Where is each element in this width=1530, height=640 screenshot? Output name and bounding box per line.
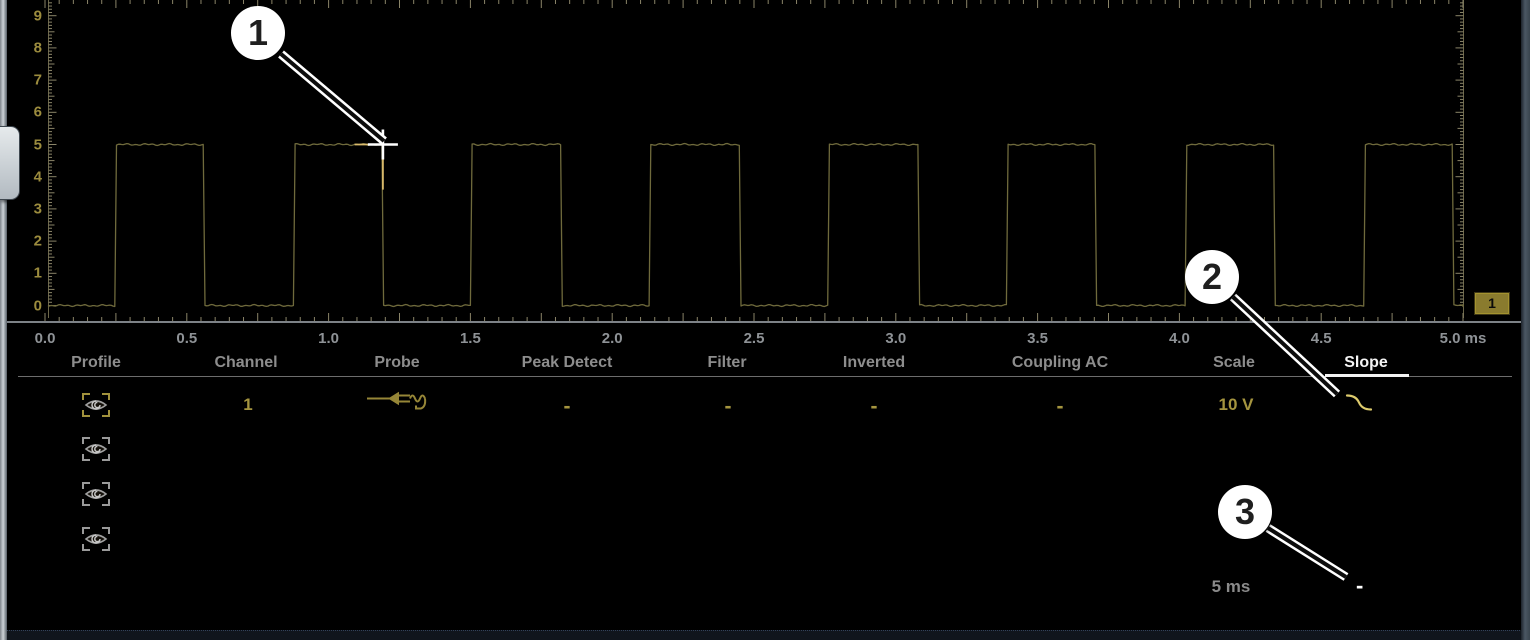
- x-tick-label: 0.0: [35, 330, 56, 347]
- y-tick-label: 8: [14, 39, 42, 56]
- eye-icon: [81, 436, 111, 462]
- x-tick-label: 0.5: [176, 330, 197, 347]
- profile-visibility-toggle[interactable]: [81, 481, 111, 507]
- y-tick-label: 9: [14, 7, 42, 24]
- eye-icon: [81, 526, 111, 552]
- left-window-edge: [0, 0, 7, 640]
- bottom-window-edge: [0, 630, 1530, 640]
- scale-value[interactable]: 10 V: [1219, 395, 1254, 415]
- eye-icon: [81, 481, 111, 507]
- side-panel-grip[interactable]: [0, 126, 20, 200]
- column-header-coupling-ac: Coupling AC: [1012, 354, 1108, 372]
- profile-visibility-toggle[interactable]: [81, 526, 111, 552]
- table-header-rule: [18, 376, 1512, 377]
- coupling-ac-value[interactable]: -: [1057, 395, 1064, 419]
- probe-attenuation-icon[interactable]: [366, 387, 430, 422]
- column-header-inverted: Inverted: [843, 354, 905, 372]
- profile-visibility-toggle-active[interactable]: [81, 392, 111, 418]
- callout-3-badge: 3: [1218, 485, 1272, 539]
- waveform-plot[interactable]: [0, 0, 1530, 640]
- column-header-profile: Profile: [71, 354, 121, 372]
- x-tick-label: 3.0: [885, 330, 906, 347]
- inverted-value[interactable]: -: [871, 395, 878, 419]
- eye-icon: [81, 392, 111, 418]
- y-tick-label: 1: [14, 265, 42, 282]
- x-tick-label: 5.0 ms: [1440, 330, 1487, 347]
- column-header-filter: Filter: [707, 354, 746, 372]
- x-tick-label: 1.5: [460, 330, 481, 347]
- falling-edge-slope-icon[interactable]: [1344, 391, 1376, 420]
- column-header-peak-detect: Peak Detect: [522, 354, 613, 372]
- y-tick-label: 3: [14, 200, 42, 217]
- y-tick-label: 6: [14, 104, 42, 121]
- slope-column-highlight-underline: [1325, 374, 1409, 377]
- channel-number-value[interactable]: 1: [243, 395, 252, 415]
- slope-setting-value[interactable]: -: [1356, 573, 1363, 599]
- plot-bottom-separator: [0, 321, 1521, 323]
- x-tick-label: 2.5: [744, 330, 765, 347]
- callout-1-badge: 1: [231, 6, 285, 60]
- column-header-probe: Probe: [374, 354, 419, 372]
- timebase-readout: 5 ms: [1212, 577, 1251, 597]
- y-tick-label: 0: [14, 297, 42, 314]
- right-window-edge: [1521, 0, 1530, 640]
- column-header-slope: Slope: [1344, 354, 1388, 372]
- oscilloscope-app-window: 0123456789 0.00.51.01.52.02.53.03.54.04.…: [0, 0, 1530, 640]
- x-tick-label: 4.0: [1169, 330, 1190, 347]
- channel-1-badge[interactable]: 1: [1474, 292, 1510, 315]
- filter-value[interactable]: -: [725, 395, 732, 419]
- column-header-scale: Scale: [1213, 354, 1255, 372]
- y-tick-label: 2: [14, 233, 42, 250]
- x-tick-label: 4.5: [1311, 330, 1332, 347]
- column-header-channel: Channel: [214, 354, 277, 372]
- x-tick-label: 3.5: [1027, 330, 1048, 347]
- y-tick-label: 7: [14, 72, 42, 89]
- callout-2-badge: 2: [1185, 250, 1239, 304]
- x-tick-label: 2.0: [602, 330, 623, 347]
- profile-visibility-toggle[interactable]: [81, 436, 111, 462]
- x-tick-label: 1.0: [318, 330, 339, 347]
- peak-detect-value[interactable]: -: [564, 395, 571, 419]
